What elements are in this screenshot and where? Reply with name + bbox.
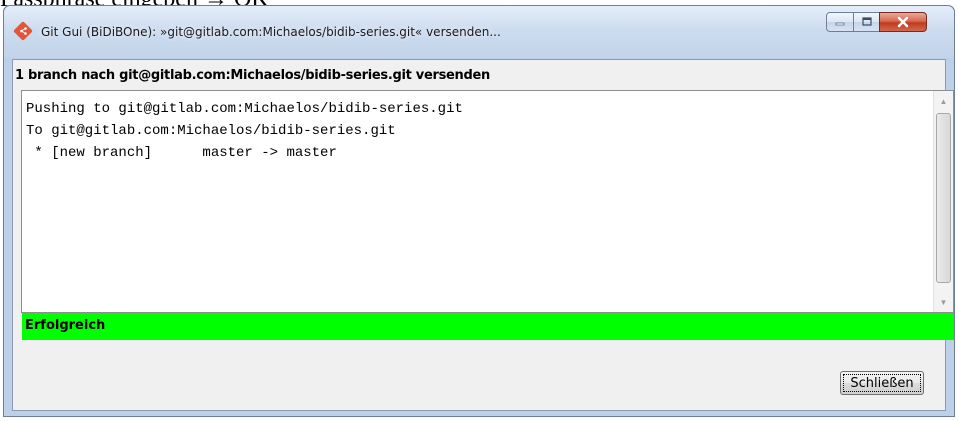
minimize-icon — [835, 22, 845, 26]
close-icon — [897, 16, 909, 28]
push-output-textarea[interactable]: Pushing to git@gitlab.com:Michaelos/bidi… — [21, 90, 954, 313]
push-heading: 1 branch nach git@gitlab.com:Michaelos/b… — [15, 68, 490, 83]
output-line: Pushing to git@gitlab.com:Michaelos/bidi… — [26, 101, 463, 117]
minimize-button[interactable] — [826, 12, 854, 32]
scroll-thumb[interactable] — [936, 113, 951, 283]
git-app-icon — [13, 21, 33, 41]
maximize-button[interactable] — [853, 12, 880, 32]
output-line: * [new branch] master -> master — [26, 145, 337, 161]
maximize-icon — [861, 17, 872, 26]
output-text: Pushing to git@gitlab.com:Michaelos/bidi… — [26, 98, 463, 164]
close-window-button[interactable] — [879, 12, 927, 32]
output-line: To git@gitlab.com:Michaelos/bidib-series… — [26, 123, 396, 139]
scroll-down-arrow-icon[interactable]: ▼ — [934, 293, 953, 311]
close-button[interactable]: Schließen — [840, 371, 924, 395]
title-bar[interactable]: Git Gui (BiDiBOne): »git@gitlab.com:Mich… — [4, 6, 954, 58]
scroll-up-arrow-icon[interactable]: ▲ — [934, 92, 953, 110]
status-bar-success: Erfolgreich — [22, 313, 954, 340]
window-title: Git Gui (BiDiBOne): »git@gitlab.com:Mich… — [41, 25, 501, 39]
vertical-scrollbar[interactable]: ▲ ▼ — [933, 91, 953, 312]
